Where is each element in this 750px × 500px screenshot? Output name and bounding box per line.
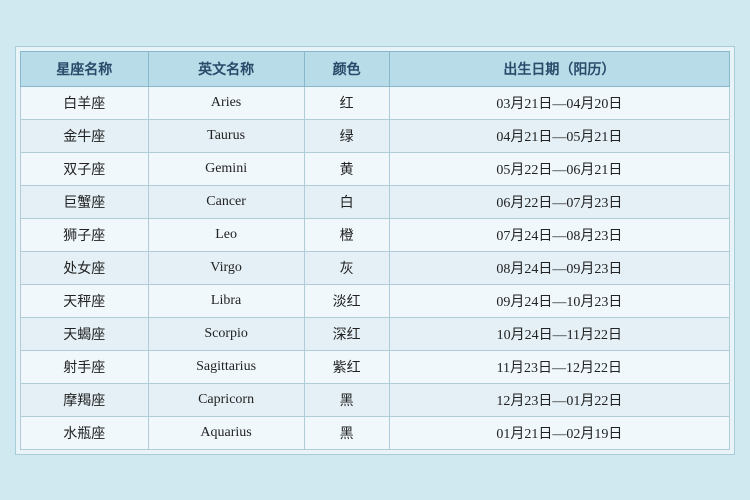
cell-color: 淡红	[304, 284, 389, 317]
cell-chinese: 双子座	[21, 152, 149, 185]
table-row: 双子座Gemini黄05月22日—06月21日	[21, 152, 730, 185]
table-row: 天秤座Libra淡红09月24日—10月23日	[21, 284, 730, 317]
cell-english: Sagittarius	[148, 350, 304, 383]
table-row: 射手座Sagittarius紫红11月23日—12月22日	[21, 350, 730, 383]
cell-color: 黄	[304, 152, 389, 185]
table-row: 水瓶座Aquarius黑01月21日—02月19日	[21, 416, 730, 449]
cell-chinese: 金牛座	[21, 119, 149, 152]
cell-english: Taurus	[148, 119, 304, 152]
cell-date: 05月22日—06月21日	[389, 152, 729, 185]
cell-english: Aquarius	[148, 416, 304, 449]
cell-english: Gemini	[148, 152, 304, 185]
cell-chinese: 天秤座	[21, 284, 149, 317]
header-color: 颜色	[304, 51, 389, 86]
cell-chinese: 天蝎座	[21, 317, 149, 350]
cell-color: 橙	[304, 218, 389, 251]
cell-english: Scorpio	[148, 317, 304, 350]
cell-chinese: 处女座	[21, 251, 149, 284]
cell-chinese: 白羊座	[21, 86, 149, 119]
cell-date: 04月21日—05月21日	[389, 119, 729, 152]
cell-chinese: 摩羯座	[21, 383, 149, 416]
table-row: 天蝎座Scorpio深红10月24日—11月22日	[21, 317, 730, 350]
cell-english: Virgo	[148, 251, 304, 284]
cell-date: 09月24日—10月23日	[389, 284, 729, 317]
table-row: 摩羯座Capricorn黑12月23日—01月22日	[21, 383, 730, 416]
cell-english: Aries	[148, 86, 304, 119]
cell-chinese: 水瓶座	[21, 416, 149, 449]
table-row: 处女座Virgo灰08月24日—09月23日	[21, 251, 730, 284]
cell-color: 深红	[304, 317, 389, 350]
cell-color: 黑	[304, 383, 389, 416]
cell-date: 08月24日—09月23日	[389, 251, 729, 284]
cell-english: Capricorn	[148, 383, 304, 416]
cell-english: Leo	[148, 218, 304, 251]
cell-date: 10月24日—11月22日	[389, 317, 729, 350]
cell-color: 紫红	[304, 350, 389, 383]
header-chinese: 星座名称	[21, 51, 149, 86]
cell-english: Cancer	[148, 185, 304, 218]
cell-english: Libra	[148, 284, 304, 317]
header-english: 英文名称	[148, 51, 304, 86]
table-row: 金牛座Taurus绿04月21日—05月21日	[21, 119, 730, 152]
cell-date: 03月21日—04月20日	[389, 86, 729, 119]
table-row: 狮子座Leo橙07月24日—08月23日	[21, 218, 730, 251]
cell-date: 11月23日—12月22日	[389, 350, 729, 383]
cell-color: 白	[304, 185, 389, 218]
cell-date: 06月22日—07月23日	[389, 185, 729, 218]
table-row: 白羊座Aries红03月21日—04月20日	[21, 86, 730, 119]
zodiac-table-container: 星座名称 英文名称 颜色 出生日期（阳历） 白羊座Aries红03月21日—04…	[15, 46, 735, 455]
cell-date: 12月23日—01月22日	[389, 383, 729, 416]
cell-color: 黑	[304, 416, 389, 449]
header-date: 出生日期（阳历）	[389, 51, 729, 86]
cell-date: 01月21日—02月19日	[389, 416, 729, 449]
cell-chinese: 狮子座	[21, 218, 149, 251]
cell-chinese: 射手座	[21, 350, 149, 383]
cell-color: 红	[304, 86, 389, 119]
cell-chinese: 巨蟹座	[21, 185, 149, 218]
cell-color: 灰	[304, 251, 389, 284]
table-header-row: 星座名称 英文名称 颜色 出生日期（阳历）	[21, 51, 730, 86]
cell-color: 绿	[304, 119, 389, 152]
cell-date: 07月24日—08月23日	[389, 218, 729, 251]
table-row: 巨蟹座Cancer白06月22日—07月23日	[21, 185, 730, 218]
zodiac-table: 星座名称 英文名称 颜色 出生日期（阳历） 白羊座Aries红03月21日—04…	[20, 51, 730, 450]
